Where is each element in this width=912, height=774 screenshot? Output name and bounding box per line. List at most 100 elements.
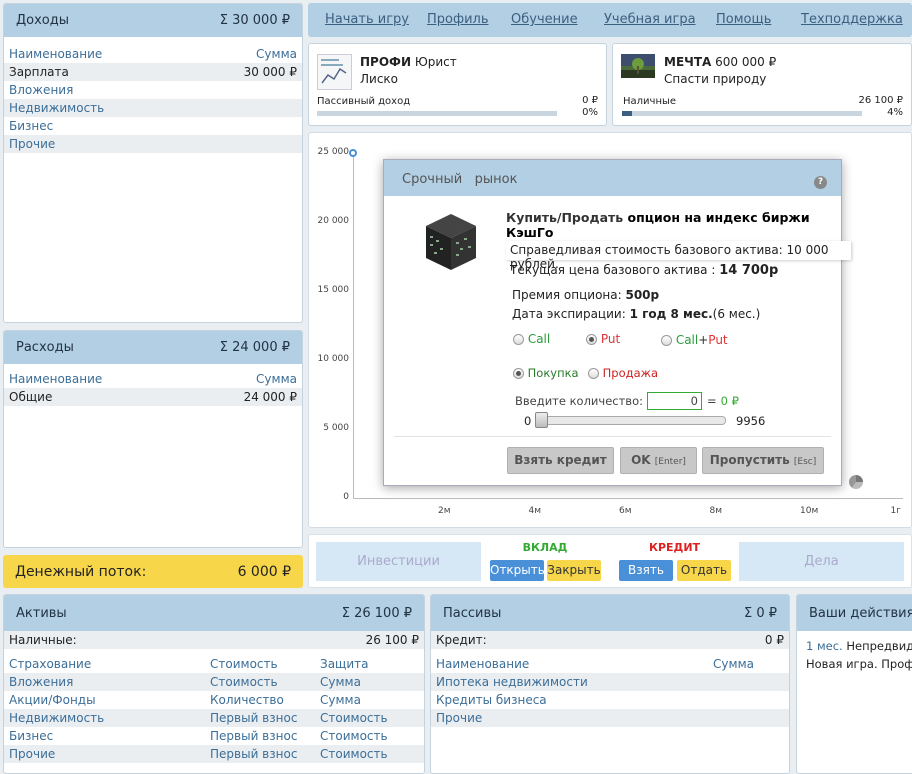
row-name: Прочие <box>436 711 483 725</box>
asset-cell: Защита <box>320 657 369 671</box>
put-label: Put <box>600 332 621 346</box>
income-row-investments[interactable]: Вложения <box>4 81 302 99</box>
slider-min: 0 <box>524 414 532 428</box>
deals-button[interactable]: Дела <box>739 542 904 581</box>
nav-training-game[interactable]: Учебная игра <box>604 12 696 27</box>
income-row-realty[interactable]: Недвижимость <box>4 99 302 117</box>
income-row-salary[interactable]: Зарплата 30 000 ₽ <box>4 63 302 81</box>
expenses-panel: Расходы Σ 24 000 ₽ Наименование Сумма Общи… <box>3 330 303 548</box>
asset-row[interactable]: Страхование Стоимость Защита <box>4 655 424 673</box>
income-row-other[interactable]: Прочие <box>4 135 302 153</box>
call-put-radio[interactable] <box>661 335 672 346</box>
invest-button[interactable]: Инвестиции <box>316 542 481 581</box>
slider-handle[interactable] <box>535 412 548 428</box>
income-row-business[interactable]: Бизнес <box>4 117 302 135</box>
sell-radio[interactable] <box>588 368 599 379</box>
x-tick-label: 6м <box>619 506 632 516</box>
quantity-label: Введите количество: <box>515 394 643 408</box>
quantity-sum: 0 ₽ <box>720 394 739 408</box>
top-nav: Начать игру Профиль Обучение Учебная игр… <box>308 3 912 37</box>
deposit-open-button[interactable]: Открыть <box>490 560 545 581</box>
ok-button[interactable]: OK [Enter] <box>620 447 697 474</box>
asset-row[interactable]: Бизнес Первый взнос Стоимость <box>4 727 424 745</box>
price-label-1: Текущая цена <box>510 263 600 277</box>
nav-profile[interactable]: Профиль <box>427 12 489 27</box>
premium-value: 500р <box>625 288 660 302</box>
assets-cash-row: Наличные: 26 100 ₽ <box>4 631 424 649</box>
log-entry: 1 мес. Непредвиде <box>806 637 912 655</box>
nav-help[interactable]: Помощь <box>716 12 771 27</box>
premium-line: Премия опциона: 500р <box>512 288 659 302</box>
call-put-plus: + <box>698 333 709 347</box>
cashflow-value: 6 000 ₽ <box>237 563 291 580</box>
asset-cell: Недвижимость <box>9 711 105 725</box>
dream-price: 600 000 ₽ <box>715 55 777 69</box>
liabilities-col-header: Наименование Сумма <box>431 655 789 673</box>
price-label-2: базового актива : <box>603 263 716 277</box>
asset-row[interactable]: Акции/Фонды Количество Сумма <box>4 691 424 709</box>
actions-log-header: Ваши действия <box>797 595 912 631</box>
asset-row[interactable]: Вложения Стоимость Сумма <box>4 673 424 691</box>
dream-cash-pct: 4% <box>887 107 903 118</box>
expenses-row-general[interactable]: Общие 24 000 ₽ <box>4 388 302 406</box>
call-label: Call <box>527 332 551 346</box>
asset-cell: Стоимость <box>320 711 388 725</box>
asset-cell: Стоимость <box>320 747 388 761</box>
credit-take-button[interactable]: Взять <box>619 560 673 581</box>
option-call-put[interactable]: Call+Put <box>661 333 728 347</box>
call-put-call-label: Call <box>675 333 699 347</box>
chart-toggle-icon[interactable] <box>849 475 863 489</box>
cashflow-bar: Денежный поток: 6 000 ₽ <box>3 555 303 588</box>
credit-value: 0 ₽ <box>764 633 784 647</box>
fair-value-line: Справедливая стоимость базового актива: … <box>506 241 851 271</box>
help-icon[interactable]: ? <box>814 176 827 189</box>
asset-cell: Первый взнос <box>210 711 298 725</box>
x-tick-label: 1г <box>890 506 901 516</box>
skip-label: Пропустить <box>709 453 790 467</box>
nav-support[interactable]: Техподдержка <box>801 12 903 27</box>
assets-panel: Активы Σ 26 100 ₽ Наличные: 26 100 ₽ Страх… <box>3 594 425 774</box>
quantity-slider[interactable] <box>536 416 726 425</box>
asset-cell: Сумма <box>320 675 361 689</box>
skip-key: [Esc] <box>793 457 817 467</box>
liability-row-other[interactable]: Прочие <box>431 709 789 727</box>
liability-row-mortgage[interactable]: Ипотека недвижимости <box>431 673 789 691</box>
profile-profession: Юрист <box>414 55 457 69</box>
skip-button[interactable]: Пропустить [Esc] <box>702 447 824 474</box>
premium-label: Премия опциона: <box>512 288 622 302</box>
liabilities-header: Пассивы Σ 0 ₽ <box>431 595 789 631</box>
put-radio[interactable] <box>586 334 597 345</box>
assets-header: Активы Σ 26 100 ₽ <box>4 595 424 631</box>
sell-option[interactable]: Продажа <box>588 366 658 380</box>
call-radio[interactable] <box>513 334 524 345</box>
asset-cell: Количество <box>210 693 284 707</box>
deposit-close-button[interactable]: Закрыть <box>547 560 601 581</box>
index-cube-icon <box>424 212 478 272</box>
row-sum: 24 000 ₽ <box>243 390 297 404</box>
buy-radio[interactable] <box>513 368 524 379</box>
profile-role: ПРОФИ <box>360 55 411 69</box>
option-put[interactable]: Put <box>586 332 620 346</box>
credit-give-button[interactable]: Отдать <box>677 560 731 581</box>
cash-value: 26 100 ₽ <box>365 633 419 647</box>
option-call[interactable]: Call <box>513 332 550 346</box>
asset-cell: Бизнес <box>9 729 54 743</box>
asset-cell: Первый взнос <box>210 747 298 761</box>
asset-cell: Стоимость <box>210 657 278 671</box>
row-name: Кредиты бизнеса <box>436 693 547 707</box>
nav-start-game[interactable]: Начать игру <box>325 12 409 27</box>
buy-option[interactable]: Покупка <box>513 366 579 380</box>
asset-row[interactable]: Недвижимость Первый взнос Стоимость <box>4 709 424 727</box>
chart-data-point[interactable] <box>349 149 357 157</box>
liability-row-business-loans[interactable]: Кредиты бизнеса <box>431 691 789 709</box>
quantity-input[interactable]: 0 <box>646 392 702 410</box>
dream-cash-value: 26 100 ₽ <box>858 95 903 106</box>
asset-cell: Стоимость <box>210 675 278 689</box>
log-text: Непредвиде <box>846 639 912 653</box>
price-value: 14 700р <box>719 263 779 278</box>
dream-image <box>621 54 655 78</box>
take-credit-button[interactable]: Взять кредит <box>507 447 614 474</box>
asset-row[interactable]: Прочие Первый взнос Стоимость <box>4 745 424 763</box>
modal-title-2: рынок <box>474 172 518 187</box>
nav-tutorial[interactable]: Обучение <box>511 12 578 27</box>
